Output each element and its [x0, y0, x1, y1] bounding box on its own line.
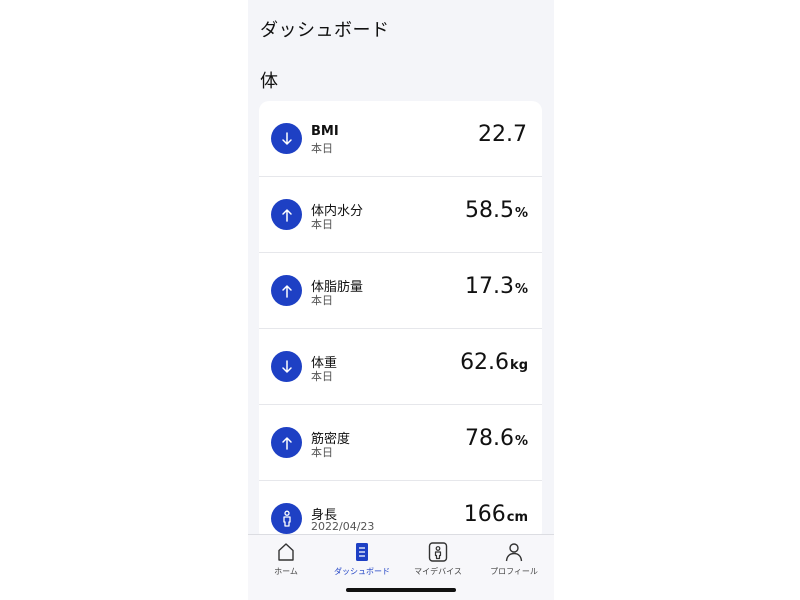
tab-profile[interactable]: プロフィール	[476, 541, 552, 581]
metric-value: 58.5%	[465, 198, 528, 223]
tab-label: ホーム	[274, 567, 298, 576]
person-icon	[271, 503, 302, 534]
profile-icon	[505, 543, 523, 562]
tab-label: プロフィール	[490, 567, 538, 576]
metric-row-bmi[interactable]: BMI 本日 22.7	[259, 101, 542, 177]
tab-label: マイデバイス	[414, 567, 462, 576]
metric-number: 22.7	[478, 122, 527, 147]
tab-home[interactable]: ホーム	[248, 541, 324, 581]
tab-label: ダッシュボード	[334, 567, 390, 576]
page-title: ダッシュボード	[260, 20, 390, 41]
metric-label: BMI	[311, 124, 339, 139]
metric-row-weight[interactable]: 体重 本日 62.6kg	[259, 329, 542, 405]
metric-value: 166cm	[464, 502, 528, 527]
tab-dashboard[interactable]: ダッシュボード	[324, 541, 400, 581]
metric-value: 62.6kg	[460, 350, 528, 375]
metric-date: 本日	[311, 294, 333, 307]
metric-number: 78.6	[464, 426, 514, 451]
section-title: 体	[260, 71, 278, 92]
metric-number: 17.3	[464, 274, 514, 299]
arrow-up-icon	[271, 427, 302, 458]
metric-unit: %	[514, 282, 528, 297]
metric-date: 本日	[311, 218, 333, 231]
metric-row-body-fat[interactable]: 体脂肪量 本日 17.3%	[259, 253, 542, 329]
metric-number: 58.5	[464, 198, 514, 223]
home-icon	[278, 543, 294, 561]
metric-date: 本日	[311, 446, 333, 459]
metric-value: 17.3%	[465, 274, 528, 299]
metric-number: 166	[463, 502, 506, 527]
metric-number: 62.6	[460, 350, 510, 375]
device-icon	[428, 542, 448, 562]
metric-date: 2022/04/23	[311, 520, 375, 533]
metric-unit: %	[514, 206, 528, 221]
metric-unit: %	[514, 434, 528, 449]
arrow-down-icon	[271, 351, 302, 382]
arrow-down-icon	[271, 123, 302, 154]
app-screen: ダッシュボード 体 BMI 本日 22.7 体内水分 本日 58.5% 体脂肪量…	[248, 0, 554, 600]
metric-date: 本日	[311, 142, 333, 155]
tab-my-device[interactable]: マイデバイス	[400, 541, 476, 581]
arrow-up-icon	[271, 199, 302, 230]
dashboard-icon	[356, 543, 368, 561]
metric-row-muscle-density[interactable]: 筋密度 本日 78.6%	[259, 405, 542, 481]
metric-value: 78.6%	[465, 426, 528, 451]
metric-row-body-water[interactable]: 体内水分 本日 58.5%	[259, 177, 542, 253]
home-indicator	[346, 588, 456, 592]
metrics-card: BMI 本日 22.7 体内水分 本日 58.5% 体脂肪量 本日 17.3% …	[259, 101, 542, 541]
metric-date: 本日	[311, 370, 333, 383]
arrow-up-icon	[271, 275, 302, 306]
metric-unit: cm	[506, 510, 528, 525]
metric-unit: kg	[510, 358, 528, 373]
metric-value: 22.7	[478, 122, 528, 147]
metric-row-height[interactable]: 身長 2022/04/23 166cm	[259, 481, 542, 541]
